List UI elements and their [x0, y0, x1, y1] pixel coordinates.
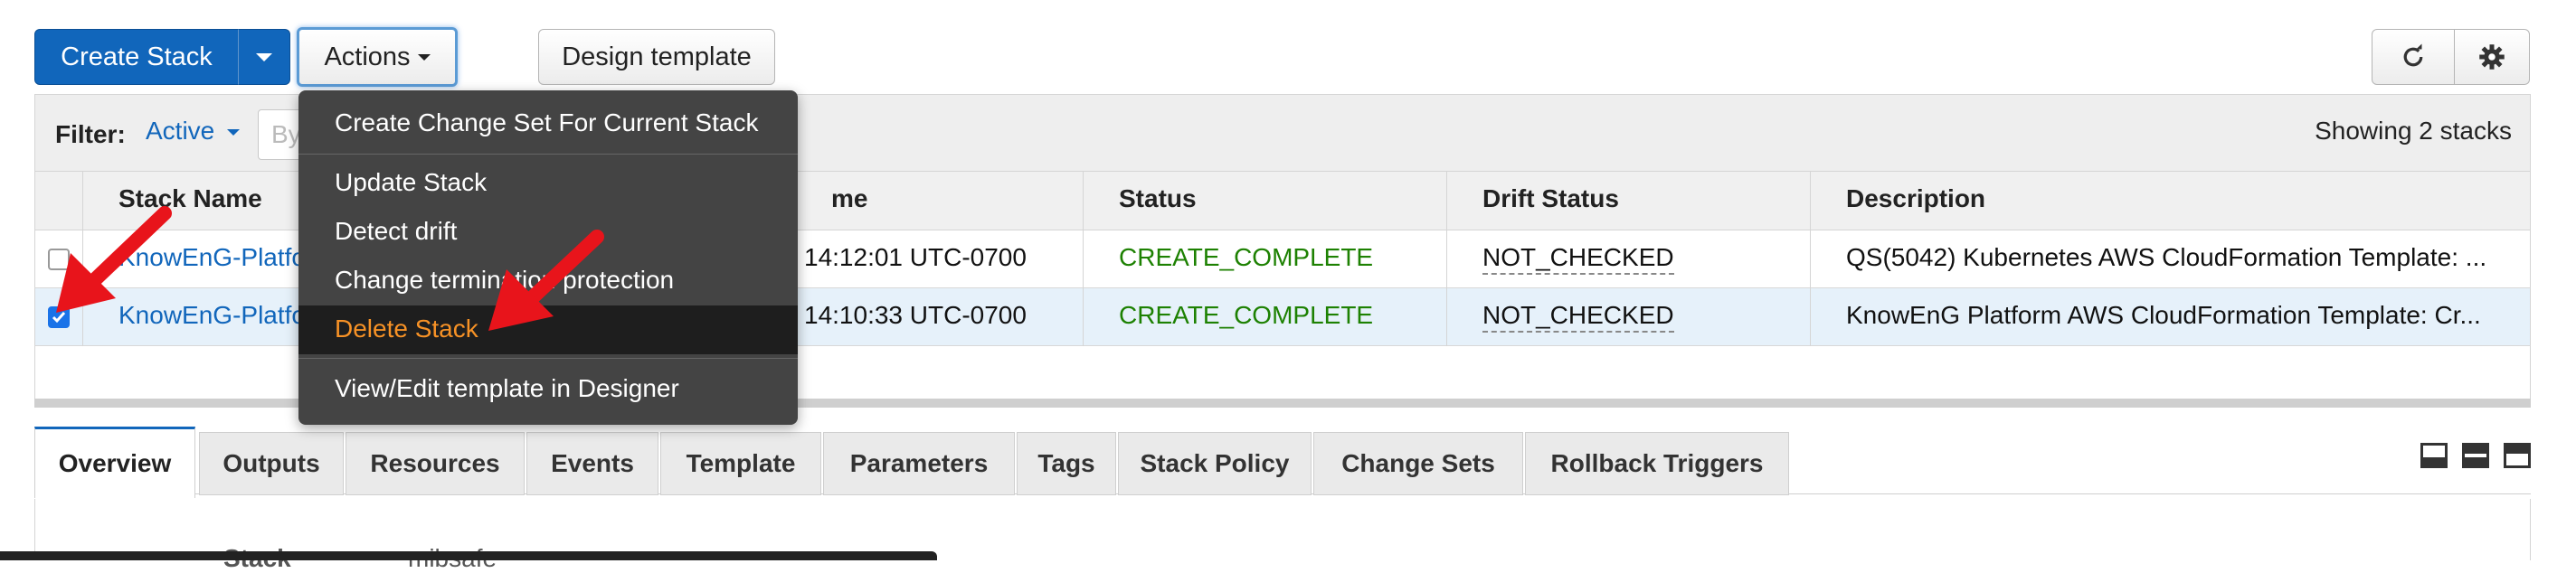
red-arrow-icon	[56, 206, 172, 313]
annotation-arrows	[56, 206, 604, 331]
red-arrow-icon	[488, 230, 604, 331]
